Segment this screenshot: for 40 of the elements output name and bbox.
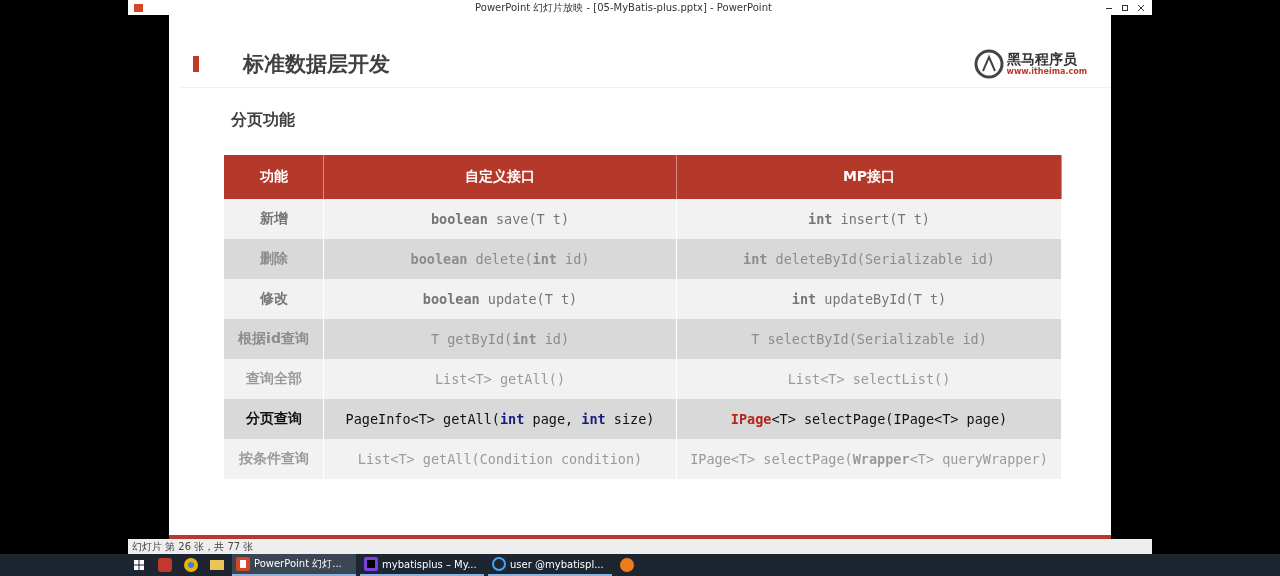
table-cell: 分页查询 [224,399,324,439]
close-button[interactable] [1136,3,1146,12]
window-title: PowerPoint 幻灯片放映 - [05-MyBatis-plus.pptx] - PowerPoint [474,0,773,15]
app-icon [492,557,506,571]
taskbar-item[interactable]: user @mybatispl... [488,554,612,576]
table-cell: IPage<T> selectPage(Wrapper<T> queryWrapper) [677,439,1062,479]
table-cell: T getById(int id) [324,319,677,359]
column-header: 功能 [224,155,324,199]
powerpoint-icon [236,557,250,571]
restore-button[interactable] [1120,3,1130,12]
table-cell: PageInfo<T> getAll(int page, int size) [324,399,677,439]
table-cell: 修改 [224,279,324,319]
table-cell: boolean delete(int id) [324,239,677,279]
column-header: MP接口 [677,155,1062,199]
app-icon [364,557,378,571]
table-cell: boolean save(T t) [324,199,677,239]
table-cell: boolean update(T t) [324,279,677,319]
table-cell: T selectById(Serializable id) [677,319,1062,359]
column-header: 自定义接口 [324,155,677,199]
table-cell: List<T> getAll(Condition condition) [324,439,677,479]
logo-url: www.itheima.com [1006,67,1087,76]
accent-bar [193,56,199,72]
slide-subtitle: 分页功能 [231,110,296,131]
table-cell: 删除 [224,239,324,279]
taskbar-item[interactable]: mybatisplus – My... [360,554,484,576]
table-cell: int deleteById(Serializable id) [677,239,1062,279]
powerpoint-icon [134,3,143,12]
slide-title: 标准数据层开发 [243,51,391,78]
table-cell: int updateById(T t) [677,279,1062,319]
table-cell: 按条件查询 [224,439,324,479]
slide-counter: 幻灯片 第 26 张，共 77 张 [132,539,255,554]
taskbar-item[interactable]: PowerPoint 幻灯... [232,554,356,576]
table-cell: IPage<T> selectPage(IPage<T> page) [677,399,1062,439]
table-cell: 查询全部 [224,359,324,399]
table-cell: 根据id查询 [224,319,324,359]
logo-name: 黑马程序员 [1006,52,1077,67]
table-cell: List<T> getAll() [324,359,677,399]
table-cell: int insert(T t) [677,199,1062,239]
table-cell: 新增 [224,199,324,239]
table-cell: List<T> selectList() [677,359,1062,399]
